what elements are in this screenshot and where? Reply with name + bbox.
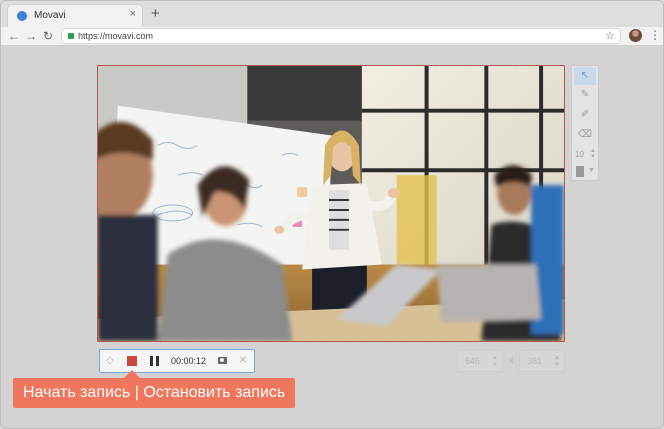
width-value: 646	[465, 356, 481, 366]
close-recording-icon[interactable]: ✕	[236, 350, 250, 372]
office-meeting-photo	[98, 66, 564, 341]
browser-window: Movavi × + ← → ↻ https://movavi.com ☆ ⋮	[0, 0, 664, 429]
camera-icon[interactable]	[218, 357, 227, 364]
stop-recording-button[interactable]	[127, 356, 137, 366]
browser-menu-icon[interactable]: ⋮	[649, 28, 661, 42]
address-bar[interactable]: https://movavi.com ☆	[61, 28, 621, 44]
marker-icon[interactable]: ✐	[574, 106, 596, 124]
width-stepper[interactable]: ▲ ▼	[492, 355, 498, 369]
profile-avatar[interactable]	[629, 29, 642, 42]
movavi-favicon-icon	[17, 11, 27, 21]
brush-size-stepper[interactable]: ▲ ▼	[590, 148, 596, 160]
pencil-icon[interactable]: ✎	[574, 86, 596, 104]
height-input[interactable]: 381 ▲ ▼	[519, 350, 565, 372]
spin-down-icon[interactable]: ▼	[590, 154, 596, 160]
capture-area[interactable]	[97, 65, 565, 342]
reset-area-icon[interactable]: ◇	[103, 350, 117, 372]
url-text: https://movavi.com	[78, 31, 154, 41]
dimension-separator: x	[509, 355, 514, 365]
color-swatch[interactable]	[576, 166, 584, 177]
recording-control-bar: ◇ 00:00:12 ✕	[99, 349, 255, 373]
browser-toolbar: ← → ↻ https://movavi.com ☆ ⋮	[1, 27, 663, 46]
pause-icon[interactable]	[150, 356, 153, 366]
back-icon[interactable]: ←	[8, 28, 20, 44]
lock-icon	[68, 33, 74, 39]
cursor-icon[interactable]: ↖	[574, 67, 596, 85]
callout-pointer	[124, 370, 140, 378]
height-stepper[interactable]: ▲ ▼	[554, 355, 560, 369]
tab-close-icon[interactable]: ×	[130, 8, 136, 20]
forward-icon[interactable]: →	[25, 28, 37, 44]
recording-timer: 00:00:12	[171, 356, 207, 366]
new-tab-button[interactable]: +	[151, 5, 160, 22]
tab-title: Movavi	[34, 10, 66, 21]
bookmark-star-icon[interactable]: ☆	[605, 29, 615, 42]
brush-size-value[interactable]: 10	[575, 150, 584, 159]
tab-strip: Movavi × +	[1, 1, 663, 27]
reload-icon[interactable]: ↻	[43, 28, 53, 44]
pause-icon[interactable]	[156, 356, 159, 366]
color-dropdown-icon[interactable]: ▼	[588, 167, 595, 174]
eraser-icon[interactable]: ⌫	[574, 126, 596, 144]
start-stop-callout: Начать запись | Остановить запись	[13, 378, 296, 408]
height-value: 381	[527, 356, 543, 366]
drawing-tools-panel: ↖ ✎ ✐ ⌫ 10 ▲ ▼ ▼	[571, 65, 599, 181]
width-input[interactable]: 646 ▲ ▼	[457, 350, 503, 372]
browser-tab[interactable]: Movavi ×	[7, 4, 143, 27]
